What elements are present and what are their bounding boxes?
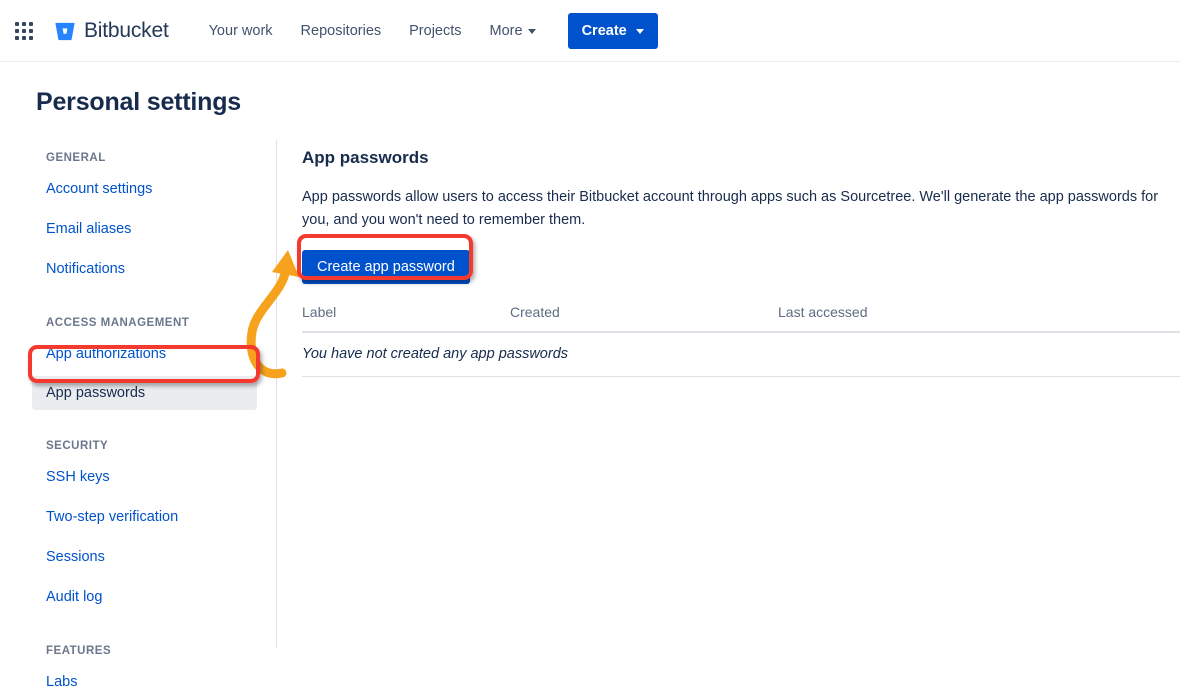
table-empty-row: You have not created any app passwords — [302, 332, 1180, 377]
chevron-down-icon — [635, 29, 644, 34]
create-app-password-label: Create app password — [317, 259, 455, 275]
column-header-last-accessed: Last accessed — [778, 304, 1180, 333]
content-heading: App passwords — [302, 148, 429, 167]
empty-state-message: You have not created any app passwords — [302, 332, 1180, 377]
page-title: Personal settings — [36, 88, 241, 116]
sidebar-group-heading-general: GENERAL — [46, 152, 106, 164]
sidebar-item-email-aliases[interactable]: Email aliases — [0, 219, 276, 239]
bitbucket-home-link[interactable]: Bitbucket — [54, 19, 169, 43]
nav-link-more[interactable]: More — [480, 17, 546, 45]
sidebar-item-two-step-verification[interactable]: Two-step verification — [0, 507, 276, 527]
main-content: App passwords App passwords allow users … — [302, 148, 1180, 377]
column-header-label: Label — [302, 304, 510, 333]
sidebar-item-account-settings[interactable]: Account settings — [0, 179, 276, 199]
app-passwords-table: Label Created Last accessed You have not… — [302, 304, 1180, 377]
settings-sidebar: GENERAL Account settings Email aliases N… — [0, 140, 277, 690]
sidebar-item-app-passwords[interactable]: App passwords — [32, 376, 257, 410]
grid-apps-icon[interactable] — [12, 19, 36, 43]
top-navigation-bar: Bitbucket Your work Repositories Project… — [0, 0, 1180, 62]
table-header-row: Label Created Last accessed — [302, 304, 1180, 333]
nav-link-projects[interactable]: Projects — [399, 17, 471, 45]
sidebar-item-sessions[interactable]: Sessions — [0, 547, 276, 567]
sidebar-group-heading-security: SECURITY — [46, 440, 109, 452]
nav-link-repositories[interactable]: Repositories — [291, 17, 392, 45]
sidebar-item-notifications[interactable]: Notifications — [0, 259, 276, 279]
sidebar-item-labs[interactable]: Labs — [0, 672, 276, 692]
nav-link-label: More — [489, 22, 523, 39]
sidebar-item-app-authorizations[interactable]: App authorizations — [0, 344, 276, 364]
create-button-label: Create — [581, 22, 627, 39]
nav-link-your-work[interactable]: Your work — [199, 17, 283, 45]
brand-name: Bitbucket — [84, 18, 169, 42]
column-header-created: Created — [510, 304, 778, 333]
content-description: App passwords allow users to access thei… — [302, 189, 1159, 228]
create-button[interactable]: Create — [567, 12, 658, 49]
sidebar-group-heading-access-management: ACCESS MANAGEMENT — [46, 317, 190, 329]
create-app-password-button[interactable]: Create app password — [302, 250, 470, 284]
nav-link-label: Repositories — [300, 22, 382, 39]
nav-link-label: Your work — [208, 22, 273, 39]
sidebar-item-ssh-keys[interactable]: SSH keys — [0, 467, 276, 487]
sidebar-group-heading-features: FEATURES — [46, 645, 112, 657]
primary-nav-links: Your work Repositories Projects More — [199, 17, 554, 45]
bitbucket-logo-icon — [55, 22, 75, 40]
nav-link-label: Projects — [409, 22, 462, 39]
sidebar-item-audit-log[interactable]: Audit log — [0, 587, 276, 607]
chevron-down-icon — [527, 29, 536, 34]
